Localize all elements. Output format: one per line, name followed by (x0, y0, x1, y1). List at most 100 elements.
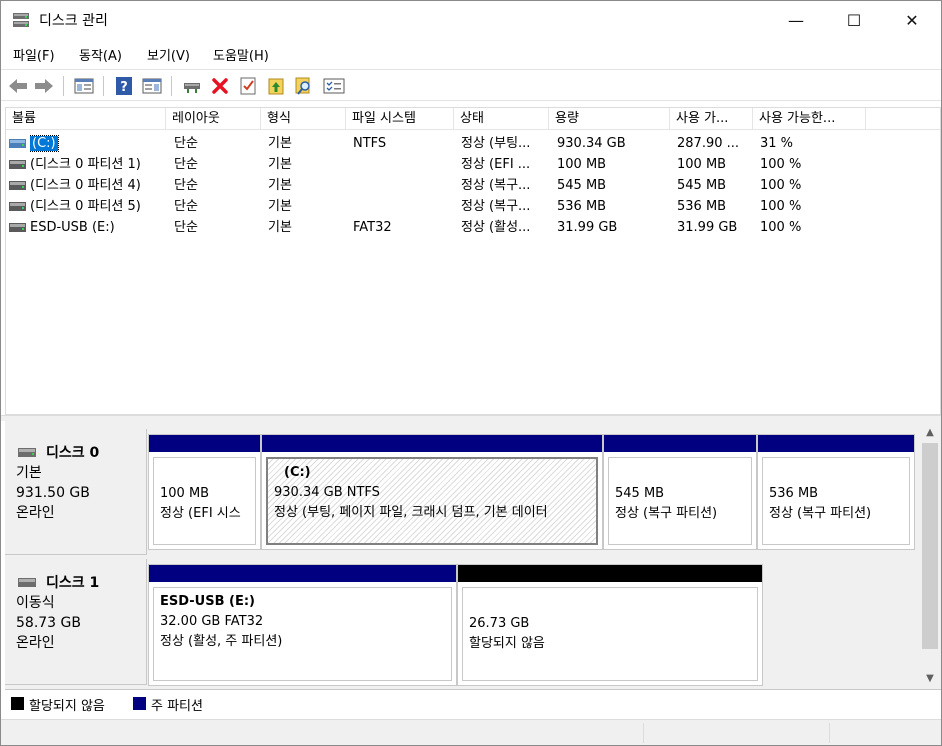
volume-list-header: 볼륨 레이아웃 형식 파일 시스템 상태 용량 사용 가... 사용 가능한..… (6, 108, 940, 130)
legend-swatch-unallocated (11, 697, 24, 710)
percent-free-cell: 100 % (760, 175, 866, 196)
status-cell: 정상 (복구... (461, 175, 549, 196)
type-cell: 기본 (268, 217, 346, 238)
column-header-type[interactable]: 형식 (261, 108, 346, 130)
column-header-file-system[interactable]: 파일 시스템 (346, 108, 454, 130)
partition-status: 할당되지 않음 (469, 636, 545, 651)
table-row[interactable]: (C:) 단순 기본 NTFS 정상 (부팅... 930.34 GB 287.90 ...… (6, 133, 940, 154)
toolbar: ? (1, 69, 941, 101)
disk-icon (18, 448, 36, 457)
scroll-down-icon[interactable]: ▼ (919, 669, 941, 687)
help-button[interactable]: ? (113, 75, 135, 97)
menu-file[interactable]: 파일(F) (13, 45, 55, 64)
column-header-status[interactable]: 상태 (454, 108, 549, 130)
close-icon: ✕ (905, 10, 919, 30)
menu-help[interactable]: 도움말(H) (213, 45, 269, 64)
partition-type-bar (149, 565, 456, 582)
partition-disk0-recovery-4[interactable]: 545 MB 정상 (복구 파티션) (603, 434, 757, 550)
maximize-button[interactable]: ☐ (825, 1, 883, 39)
disk-1-name-text: 디스크 1 (46, 575, 100, 591)
connect-drive-button[interactable] (181, 75, 203, 97)
forward-button[interactable] (33, 75, 55, 97)
partition-disk1-esd-usb[interactable]: ESD-USB (E:) 32.00 GB FAT32 정상 (활성, 주 파티… (148, 564, 457, 686)
volume-drive-icon (9, 160, 26, 169)
import-icon (268, 78, 284, 95)
partition-type-bar (758, 435, 914, 452)
graphical-view-scrollbar[interactable]: ▲ ▼ (919, 421, 941, 689)
percent-free-cell-text: 100 % (760, 199, 802, 214)
free-space-cell: 100 MB (677, 154, 753, 175)
search-button[interactable] (293, 75, 315, 97)
show-hide-console-tree-button[interactable] (73, 75, 95, 97)
delete-icon (212, 78, 228, 94)
disk-0-state: 온라인 (16, 505, 55, 521)
layout-cell-text: 단순 (174, 220, 198, 235)
layout-cell: 단순 (174, 175, 261, 196)
volume-cell-text: (디스크 0 파티션 4) (30, 178, 141, 193)
partition-title: ESD-USB (E:) (160, 594, 255, 609)
connect-drive-icon (184, 83, 200, 93)
import-button[interactable] (265, 75, 287, 97)
partition-size: 100 MB (160, 486, 210, 501)
show-hide-action-pane-button[interactable] (141, 75, 163, 97)
volume-cell-text: (디스크 0 파티션 1) (30, 157, 141, 172)
removable-disk-icon (18, 578, 36, 587)
percent-free-cell: 100 % (760, 196, 866, 217)
partition-size: 930.34 GB NTFS (274, 485, 380, 500)
partition-type-bar (458, 565, 762, 582)
delete-button[interactable] (209, 75, 231, 97)
table-row[interactable]: (디스크 0 파티션 1) 단순 기본 정상 (EFI ... 100 MB 100 MB… (6, 154, 940, 175)
menu-view[interactable]: 보기(V) (147, 45, 190, 64)
layout-cell: 단순 (174, 154, 261, 175)
partition-disk0-c[interactable]: (C:) 930.34 GB NTFS 정상 (부팅, 페이지 파일, 크래시 … (261, 434, 603, 550)
status-cell: 정상 (활성... (461, 217, 549, 238)
table-row[interactable]: (디스크 0 파티션 5) 단순 기본 정상 (복구... 536 MB 536 MB 10… (6, 196, 940, 217)
rescan-button[interactable] (323, 75, 345, 97)
minimize-button[interactable]: — (767, 1, 825, 39)
partition-status: 정상 (부팅, 페이지 파일, 크래시 덤프, 기본 데이터 (274, 505, 548, 520)
menu-action[interactable]: 동작(A) (79, 45, 122, 64)
partition-size: 536 MB (769, 486, 819, 501)
legend-label-unallocated: 할당되지 않음 (29, 699, 105, 714)
table-row[interactable]: ESD-USB (E:) 단순 기본 FAT32 정상 (활성... 31.99 GB 31… (6, 217, 940, 238)
partition-body: ESD-USB (E:) 32.00 GB FAT32 정상 (활성, 주 파티… (153, 587, 452, 681)
layout-cell-text: 단순 (174, 136, 198, 151)
disk-row-1: 디스크 1 이동식 58.73 GB 온라인 ESD-USB (E:) 32.0… (5, 559, 917, 686)
file-system-cell: NTFS (353, 133, 453, 154)
partition-disk0-efi[interactable]: 100 MB 정상 (EFI 시스 (148, 434, 261, 550)
toolbar-separator (103, 76, 104, 96)
partition-size: 545 MB (615, 486, 665, 501)
status-cell-text: 정상 (부팅... (461, 136, 531, 151)
close-button[interactable]: ✕ (883, 1, 941, 39)
capacity-cell: 536 MB (557, 196, 670, 217)
show-hide-console-tree-icon (74, 78, 94, 94)
volume-cell: (디스크 0 파티션 4) (30, 175, 166, 196)
disk-0-size: 931.50 GB (16, 485, 90, 501)
back-button[interactable] (7, 75, 29, 97)
partition-status: 정상 (활성, 주 파티션) (160, 634, 283, 649)
partition-type-bar (149, 435, 260, 452)
column-header-layout[interactable]: 레이아웃 (166, 108, 261, 130)
disk-management-app-icon (13, 13, 29, 27)
maximize-icon: ☐ (846, 10, 862, 30)
type-cell-text: 기본 (268, 157, 292, 172)
table-row[interactable]: (디스크 0 파티션 4) 단순 기본 정상 (복구... 545 MB 545 MB 10… (6, 175, 940, 196)
column-header-percent-free[interactable]: 사용 가능한... (753, 108, 866, 130)
scroll-thumb[interactable] (922, 443, 938, 649)
layout-cell: 단순 (174, 196, 261, 217)
partition-disk1-unallocated[interactable]: 26.73 GB 할당되지 않음 (457, 564, 763, 686)
disk-graphical-view: 디스크 0 기본 931.50 GB 온라인 100 MB 정상 (EFI 시스… (5, 421, 941, 689)
disk-1-label[interactable]: 디스크 1 이동식 58.73 GB 온라인 (5, 559, 147, 685)
scroll-up-icon[interactable]: ▲ (919, 423, 941, 441)
file-system-cell-text: NTFS (353, 136, 387, 151)
partition-size: 32.00 GB FAT32 (160, 614, 264, 629)
disk-0-label[interactable]: 디스크 0 기본 931.50 GB 온라인 (5, 429, 147, 555)
volume-cell: (C:) (30, 133, 166, 154)
properties-button[interactable] (237, 75, 259, 97)
percent-free-cell-text: 31 % (760, 136, 794, 151)
partition-disk0-recovery-5[interactable]: 536 MB 정상 (복구 파티션) (757, 434, 915, 550)
column-header-capacity[interactable]: 용량 (549, 108, 670, 130)
column-header-volume[interactable]: 볼륨 (6, 108, 166, 130)
column-header-free-space[interactable]: 사용 가... (670, 108, 753, 130)
layout-cell-text: 단순 (174, 157, 198, 172)
